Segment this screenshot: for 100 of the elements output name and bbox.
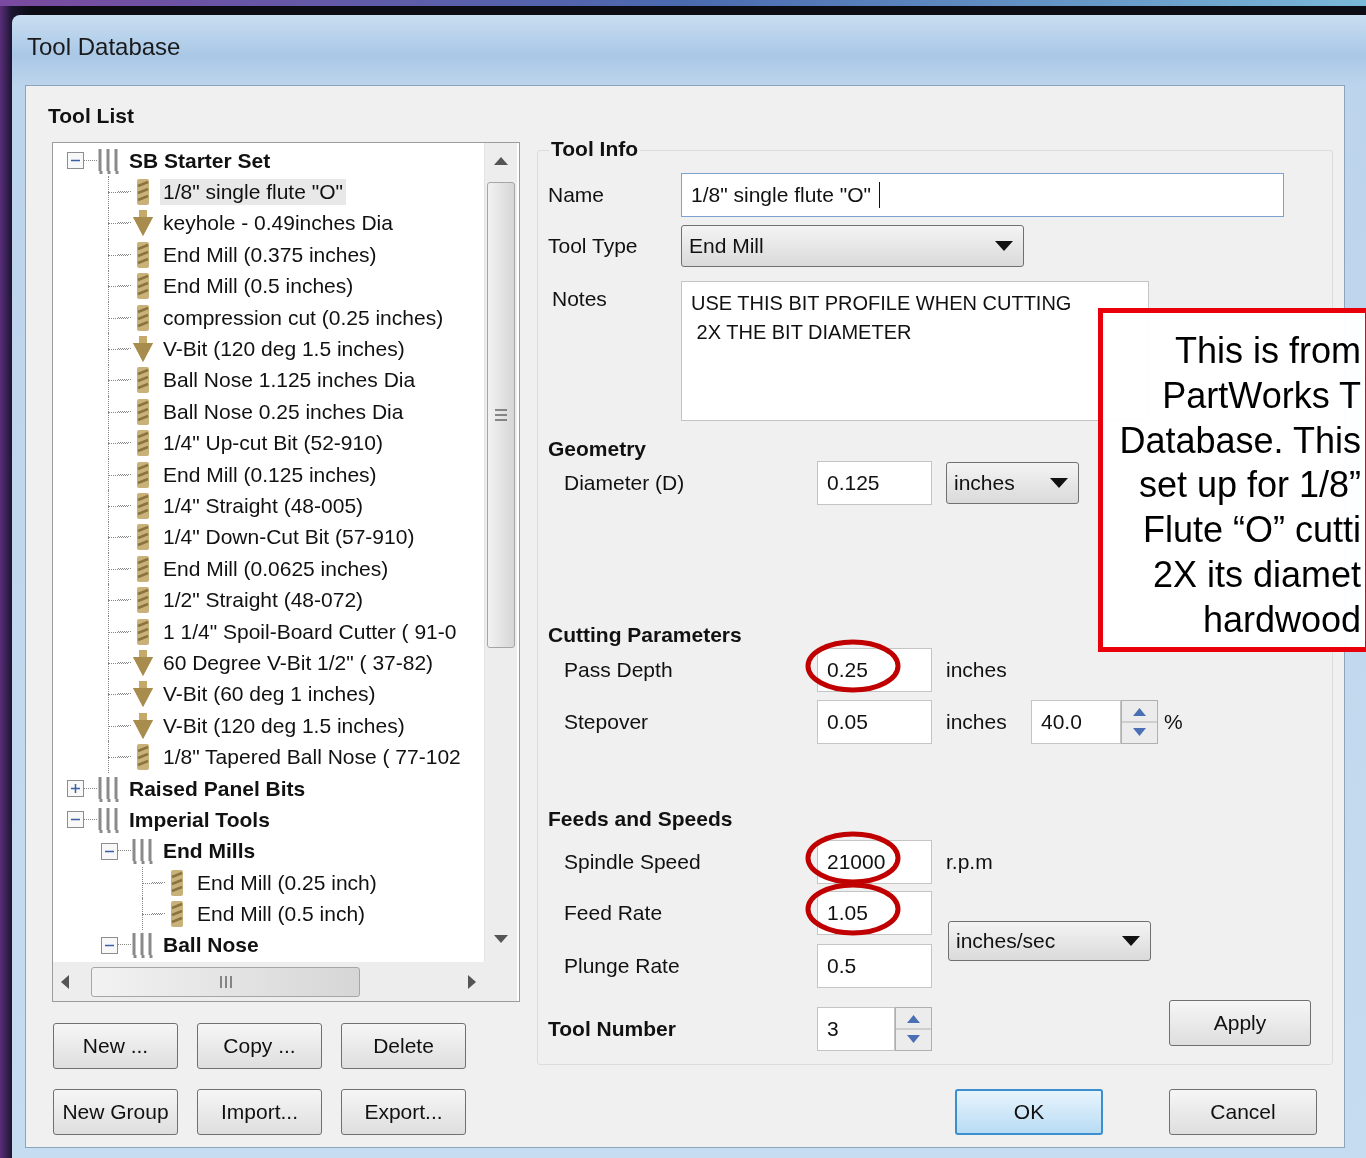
caret-icon <box>995 241 1013 251</box>
expand-icon[interactable] <box>66 780 84 797</box>
unit-label: % <box>1164 710 1183 734</box>
tool-number-field[interactable]: 3 <box>817 1007 895 1051</box>
tree-item[interactable]: Ball Nose 1.125 inches Dia <box>160 367 419 394</box>
vertical-scrollbar[interactable] <box>484 143 517 962</box>
unit-label: inches <box>946 710 1008 734</box>
field-label: Name <box>548 183 606 207</box>
tree-item[interactable]: compression cut (0.25 inches) <box>160 304 447 331</box>
tree-item[interactable]: Imperial Tools <box>126 806 273 833</box>
tree-item[interactable]: End Mill (0.5 inch) <box>194 901 369 928</box>
tool-group-icon <box>97 146 121 175</box>
tree-item[interactable]: 1 1/4" Spoil-Board Cutter ( 91-0 <box>160 618 460 645</box>
tree-item[interactable]: 1/4" Straight (48-005) <box>160 493 367 519</box>
field-label: Tool Number <box>548 1017 677 1041</box>
tree-item[interactable]: 1/4" Down-Cut Bit (57-910) <box>160 524 418 551</box>
tree-item[interactable]: Raised Panel Bits <box>126 775 309 802</box>
collapse-icon[interactable] <box>100 936 118 954</box>
section-title: Feeds and Speeds <box>548 807 733 831</box>
tree-item[interactable]: End Mill (0.25 inch) <box>194 869 380 896</box>
tree-item[interactable]: SB Starter Set <box>126 147 274 174</box>
dialog-button[interactable]: Copy ... <box>197 1023 322 1069</box>
unit-label: r.p.m <box>946 850 993 874</box>
dialog-button[interactable]: Export... <box>341 1089 466 1135</box>
scrollbar-thumb[interactable] <box>91 966 360 997</box>
spin-buttons[interactable] <box>1121 700 1158 744</box>
left-arrow-icon[interactable] <box>59 973 71 990</box>
tree-item[interactable]: End Mill (0.0625 inches) <box>160 555 392 582</box>
horizontal-scrollbar[interactable] <box>53 962 484 1001</box>
grip-icon <box>494 407 508 423</box>
tree-item[interactable]: V-Bit (60 deg 1 inches) <box>160 681 379 708</box>
grip-icon <box>217 974 234 989</box>
tree-item[interactable]: Ball Nose <box>160 932 262 959</box>
callout-text: 2X its diamet <box>1151 553 1361 597</box>
field-label: Notes <box>551 286 608 311</box>
tree-item[interactable]: End Mill (0.375 inches) <box>160 241 380 268</box>
input-field[interactable]: 0.5 <box>817 944 932 988</box>
callout-text: PartWorks T <box>1161 373 1361 418</box>
caret-icon <box>1122 935 1140 946</box>
v-bit-icon <box>131 680 155 709</box>
tree-item[interactable]: 1/2" Straight (48-072) <box>160 587 367 614</box>
tree-item[interactable]: End Mill (0.5 inches) <box>160 273 357 300</box>
tool-group-icon <box>131 837 155 866</box>
collapse-icon[interactable] <box>66 811 84 829</box>
callout-text: Database. This <box>1118 418 1361 463</box>
callout-text: This is from <box>1174 329 1361 373</box>
callout-text: set up for 1/8” <box>1137 463 1361 508</box>
v-bit-icon <box>131 711 155 740</box>
section-title: Cutting Parameters <box>548 623 742 647</box>
collapse-icon[interactable] <box>100 842 118 860</box>
tree-item[interactable]: End Mills <box>160 838 259 865</box>
notes-field[interactable]: USE THIS BIT PROFILE WHEN CUTTING 2X THE BIT DIAMETER <box>681 281 1149 421</box>
percent-field[interactable]: 40.0 <box>1031 700 1121 744</box>
unit-label: inches <box>946 658 1007 682</box>
unit-dropdown[interactable]: inches <box>946 462 1079 504</box>
dialog-button[interactable]: New Group <box>53 1089 178 1135</box>
field-label: Diameter (D) <box>563 471 686 495</box>
dialog-button[interactable]: Cancel <box>1169 1089 1317 1135</box>
field-label: Stepover <box>563 710 650 734</box>
tree-item[interactable]: 1/4" Up-cut Bit (52-910) <box>160 430 386 457</box>
v-bit-icon <box>131 648 155 677</box>
field-label: Plunge Rate <box>563 954 681 978</box>
down-arrow-icon[interactable] <box>493 933 509 945</box>
tree-item[interactable]: 1/8" single flute "O" <box>160 179 346 206</box>
tree-item[interactable]: V-Bit (120 deg 1.5 inches) <box>160 336 408 363</box>
tree-item[interactable]: keyhole - 0.49inches Dia <box>160 210 396 237</box>
tree-item[interactable]: V-Bit (120 deg 1.5 inches) <box>160 712 408 739</box>
tree-item[interactable]: End Mill (0.125 inches) <box>160 461 380 488</box>
caret-icon <box>1050 478 1068 488</box>
v-bit-icon <box>131 335 155 364</box>
tree-item[interactable]: 60 Degree V-Bit 1/2" ( 37-82) <box>160 649 437 676</box>
tree-item[interactable]: 1/8" Tapered Ball Nose ( 77-102 <box>160 744 464 771</box>
field-label: Spindle Speed <box>563 850 702 874</box>
callout-text: hardwood <box>1201 597 1361 642</box>
input-field[interactable]: 0.125 <box>817 461 932 505</box>
tree-item[interactable]: Ball Nose 0.25 inches Dia <box>160 398 407 425</box>
dialog-button[interactable]: OK <box>955 1089 1103 1135</box>
window-title: Tool Database <box>27 33 181 61</box>
rate-unit-dropdown[interactable]: inches/sec <box>948 920 1151 961</box>
field-label: Pass Depth <box>563 658 674 682</box>
tool-group-icon <box>131 931 155 960</box>
dialog-button[interactable]: Delete <box>341 1023 466 1069</box>
section-title: Tool List <box>48 104 134 128</box>
spin-buttons[interactable] <box>895 1007 932 1051</box>
tool-group-icon <box>97 805 121 834</box>
scrollbar-thumb[interactable] <box>487 182 515 648</box>
right-arrow-icon[interactable] <box>466 973 478 990</box>
collapse-icon[interactable] <box>66 152 84 170</box>
section-title: Geometry <box>548 437 647 461</box>
apply-button[interactable]: Apply <box>1169 1000 1311 1046</box>
up-arrow-icon[interactable] <box>493 155 509 167</box>
input-field[interactable]: 0.05 <box>817 700 932 744</box>
field-label: Tool Type <box>548 234 639 258</box>
dialog-button[interactable]: New ... <box>53 1023 178 1069</box>
tool-group-icon <box>97 774 121 803</box>
field-label: Feed Rate <box>563 901 664 925</box>
dialog-button[interactable]: Import... <box>197 1089 322 1135</box>
tool-type-dropdown[interactable]: End Mill <box>681 225 1024 267</box>
name-field[interactable]: 1/8" single flute "O" <box>681 173 1284 217</box>
callout-text: Flute “O” cutti <box>1141 508 1361 553</box>
